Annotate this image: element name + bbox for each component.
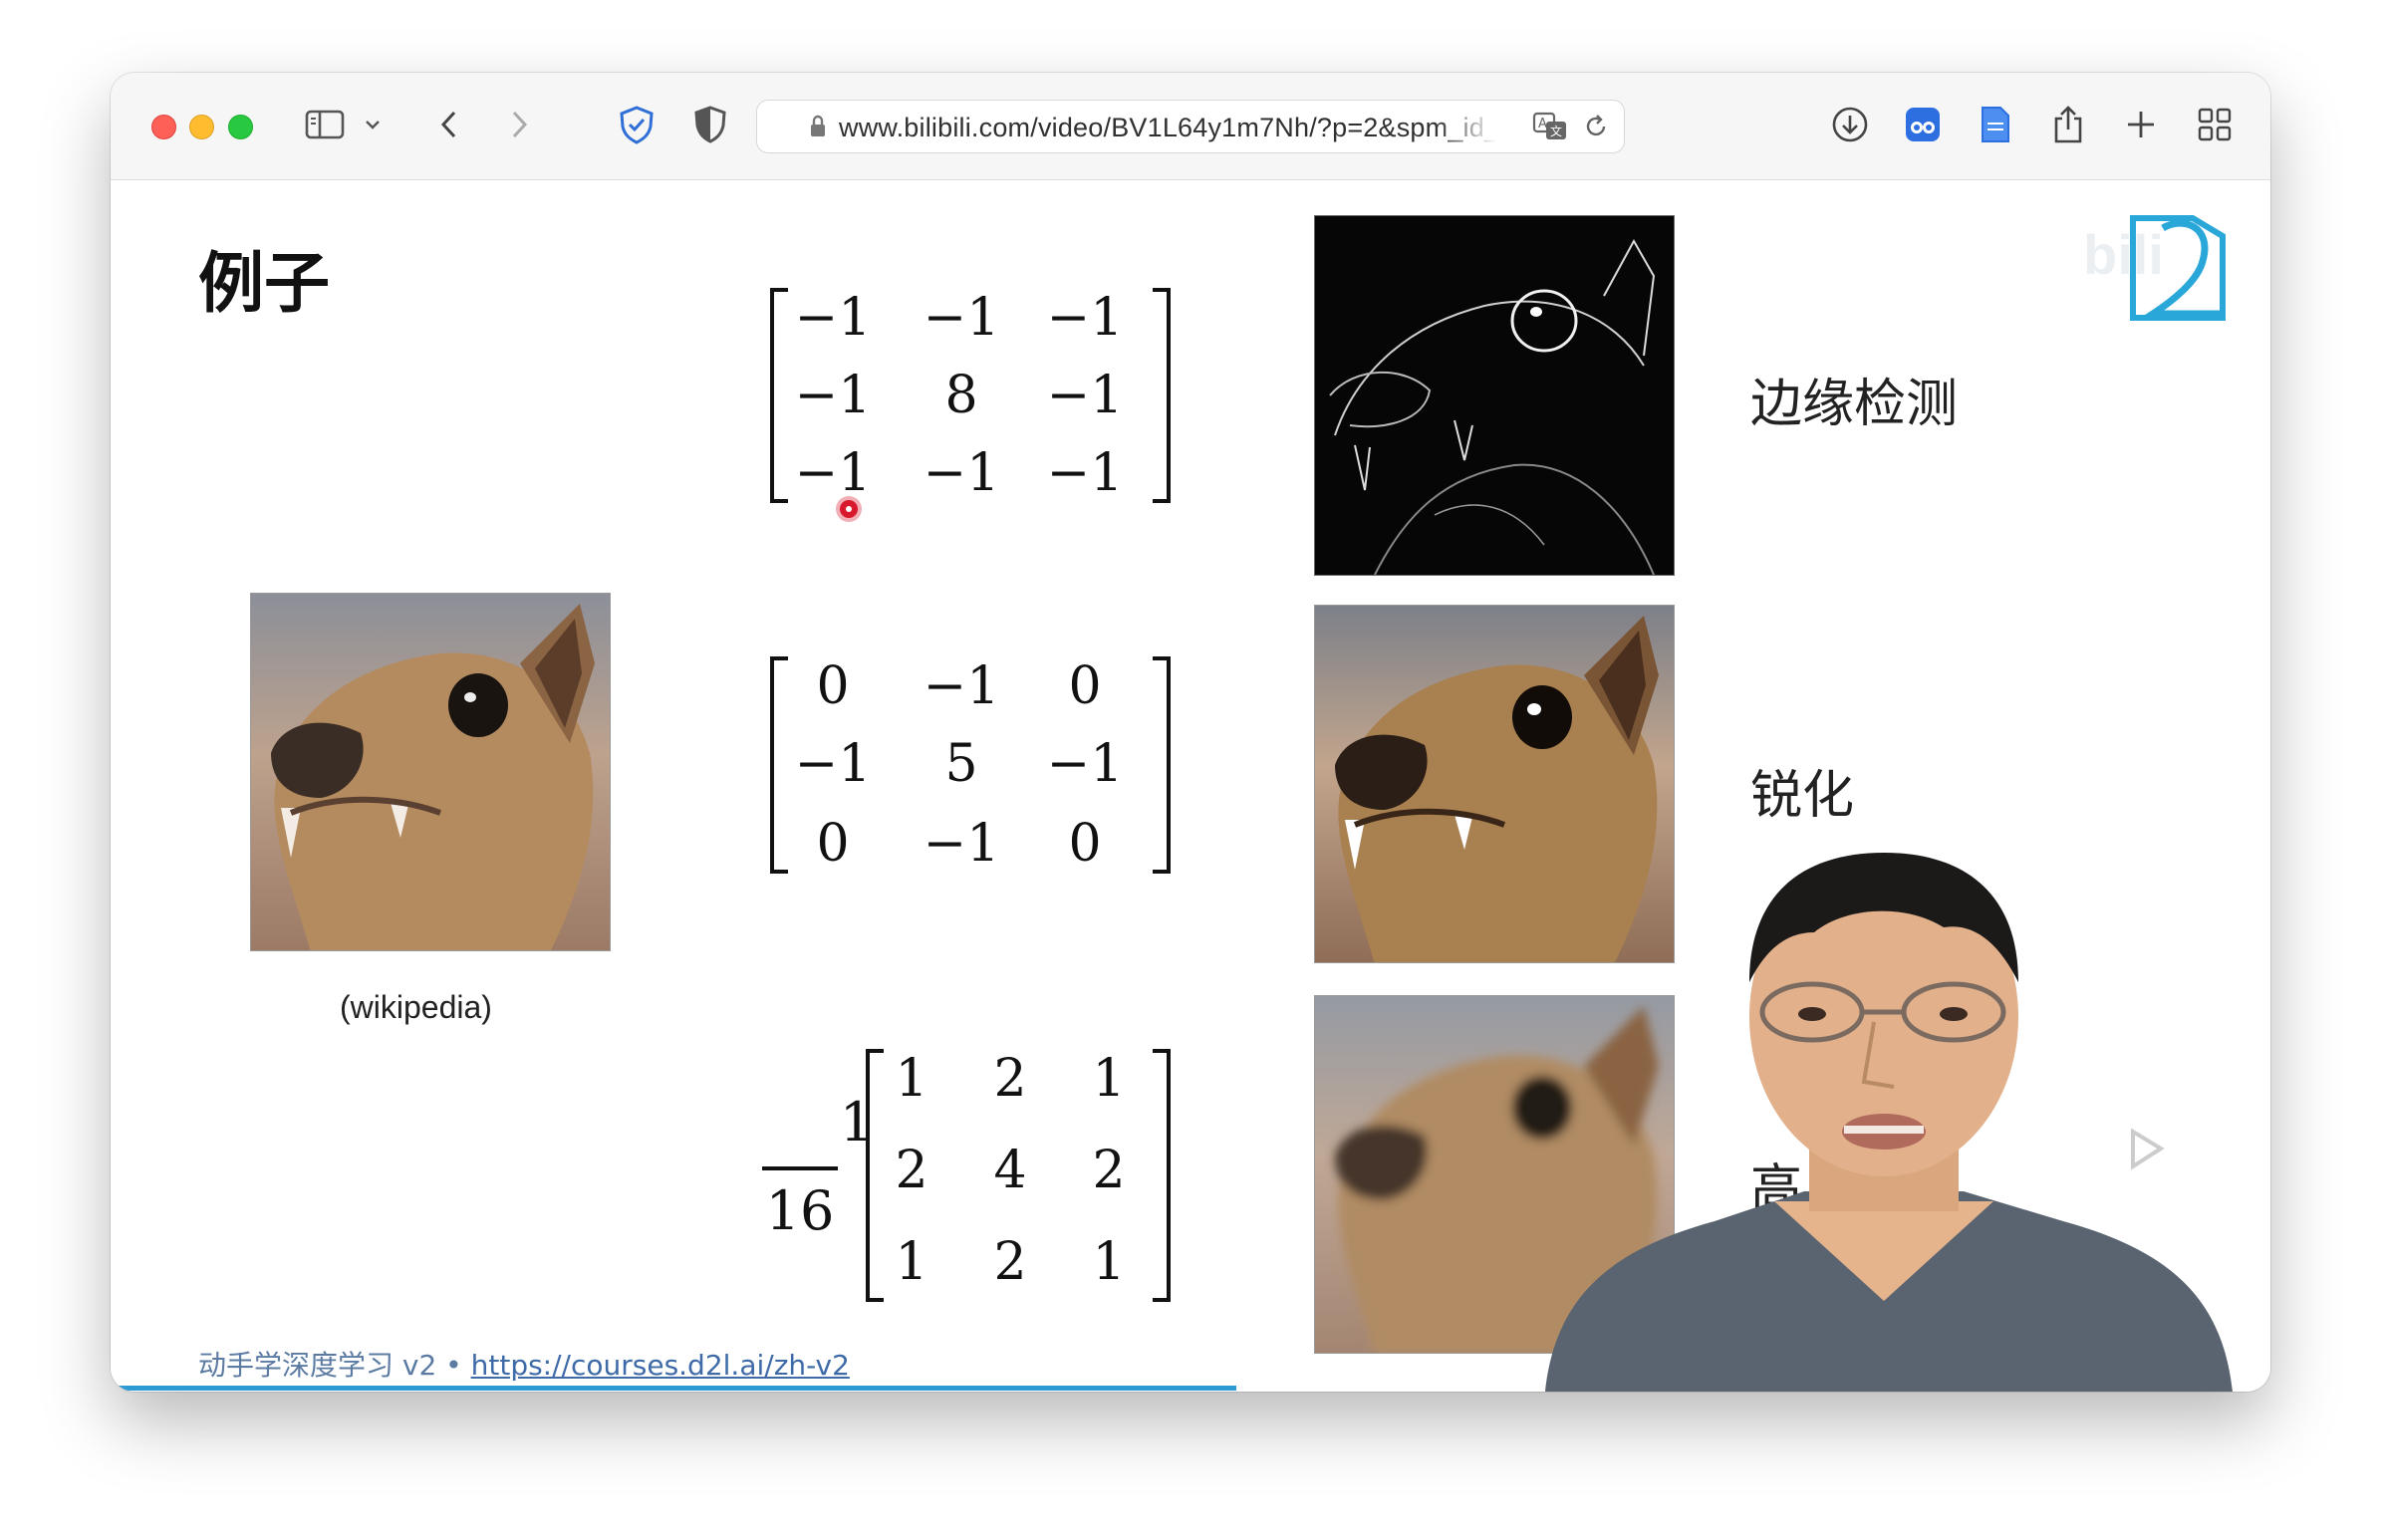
pointer-highlight-icon — [840, 500, 858, 518]
course-name: 动手学深度学习 v2 • — [198, 1349, 471, 1382]
matrix-cell: 5 — [944, 734, 978, 794]
matrix-cell: 0 — [816, 814, 850, 874]
fraction-bar — [762, 1166, 838, 1170]
matrix-cell: −1 — [923, 814, 1000, 874]
extension-icon[interactable] — [1901, 103, 1945, 146]
share-icon[interactable] — [2046, 103, 2090, 146]
privacy-shield-icon[interactable] — [688, 103, 732, 146]
chevron-down-icon[interactable] — [358, 103, 388, 146]
matrix-cell: 2 — [1092, 1141, 1126, 1200]
svg-text:文: 文 — [1550, 124, 1562, 138]
original-animal-photo — [250, 593, 611, 951]
matrix-cell: 0 — [816, 656, 850, 716]
download-icon[interactable] — [1828, 103, 1872, 146]
matrix-cell: −1 — [923, 443, 1000, 503]
matrix-cell: 0 — [1068, 814, 1102, 874]
address-bar[interactable]: www.bilibili.com/video/BV1L64y1m7Nh/?p=2… — [756, 100, 1625, 153]
matrix-cell: −1 — [1046, 443, 1124, 503]
photo-caption: (wikipedia) — [340, 989, 492, 1025]
matrix-cell: 8 — [944, 366, 978, 425]
reload-icon[interactable] — [1582, 113, 1610, 144]
fraction-denominator: 16 — [765, 1179, 835, 1242]
label-edge-detection: 边缘检测 — [1750, 375, 1959, 434]
url-text: www.bilibili.com/video/BV1L64y1m7Nh/?p=2… — [839, 113, 1517, 142]
matrix-cell: −1 — [794, 366, 872, 425]
matrix-cell: −1 — [1046, 288, 1124, 348]
close-window-button[interactable] — [151, 115, 176, 139]
matrix-cell: −1 — [923, 288, 1000, 348]
forward-icon[interactable] — [497, 103, 541, 146]
matrix-cell: −1 — [1046, 366, 1124, 425]
matrix-cell: −1 — [794, 734, 872, 794]
matrix-cell: 1 — [1092, 1049, 1126, 1109]
matrix-cell: 1 — [1092, 1232, 1126, 1292]
notes-icon[interactable] — [1974, 103, 2017, 146]
translate-icon[interactable]: A文 — [1532, 111, 1570, 146]
sidebar-icon[interactable] — [303, 103, 347, 146]
zoom-window-button[interactable] — [228, 115, 253, 139]
slide-footer: 动手学深度学习 v2 • https://courses.d2l.ai/zh-v… — [198, 1344, 850, 1384]
plus-icon[interactable] — [2119, 103, 2163, 146]
course-link[interactable]: https://courses.d2l.ai/zh-v2 — [471, 1349, 850, 1382]
lock-icon — [809, 115, 827, 142]
video-player[interactable]: 例子 (wikipedia) −1 −1 −1 −1 8 −1 −1 −1 −1… — [111, 180, 2270, 1392]
video-progress-bar[interactable] — [111, 1386, 1236, 1391]
label-sharpen: 锐化 — [1750, 766, 1855, 826]
bilibili-watermark: bili — [2083, 223, 2164, 286]
browser-window: www.bilibili.com/video/BV1L64y1m7Nh/?p=2… — [111, 73, 2270, 1392]
matrix-cell: 0 — [1068, 656, 1102, 716]
shield-check-icon[interactable] — [615, 103, 659, 146]
slide-title: 例子 — [198, 245, 330, 322]
edge-detection-result-image — [1314, 215, 1675, 576]
browser-toolbar: www.bilibili.com/video/BV1L64y1m7Nh/?p=2… — [111, 73, 2270, 180]
tab-overview-icon[interactable] — [2193, 103, 2237, 146]
svg-text:A: A — [1538, 117, 1547, 131]
matrix-cell: −1 — [1046, 734, 1124, 794]
minimize-window-button[interactable] — [189, 115, 214, 139]
back-icon[interactable] — [427, 103, 471, 146]
bilibili-tv-icon[interactable] — [2089, 1087, 2199, 1200]
matrix-cell: −1 — [923, 656, 1000, 716]
matrix-cell: −1 — [794, 443, 872, 503]
matrix-cell: −1 — [794, 288, 872, 348]
